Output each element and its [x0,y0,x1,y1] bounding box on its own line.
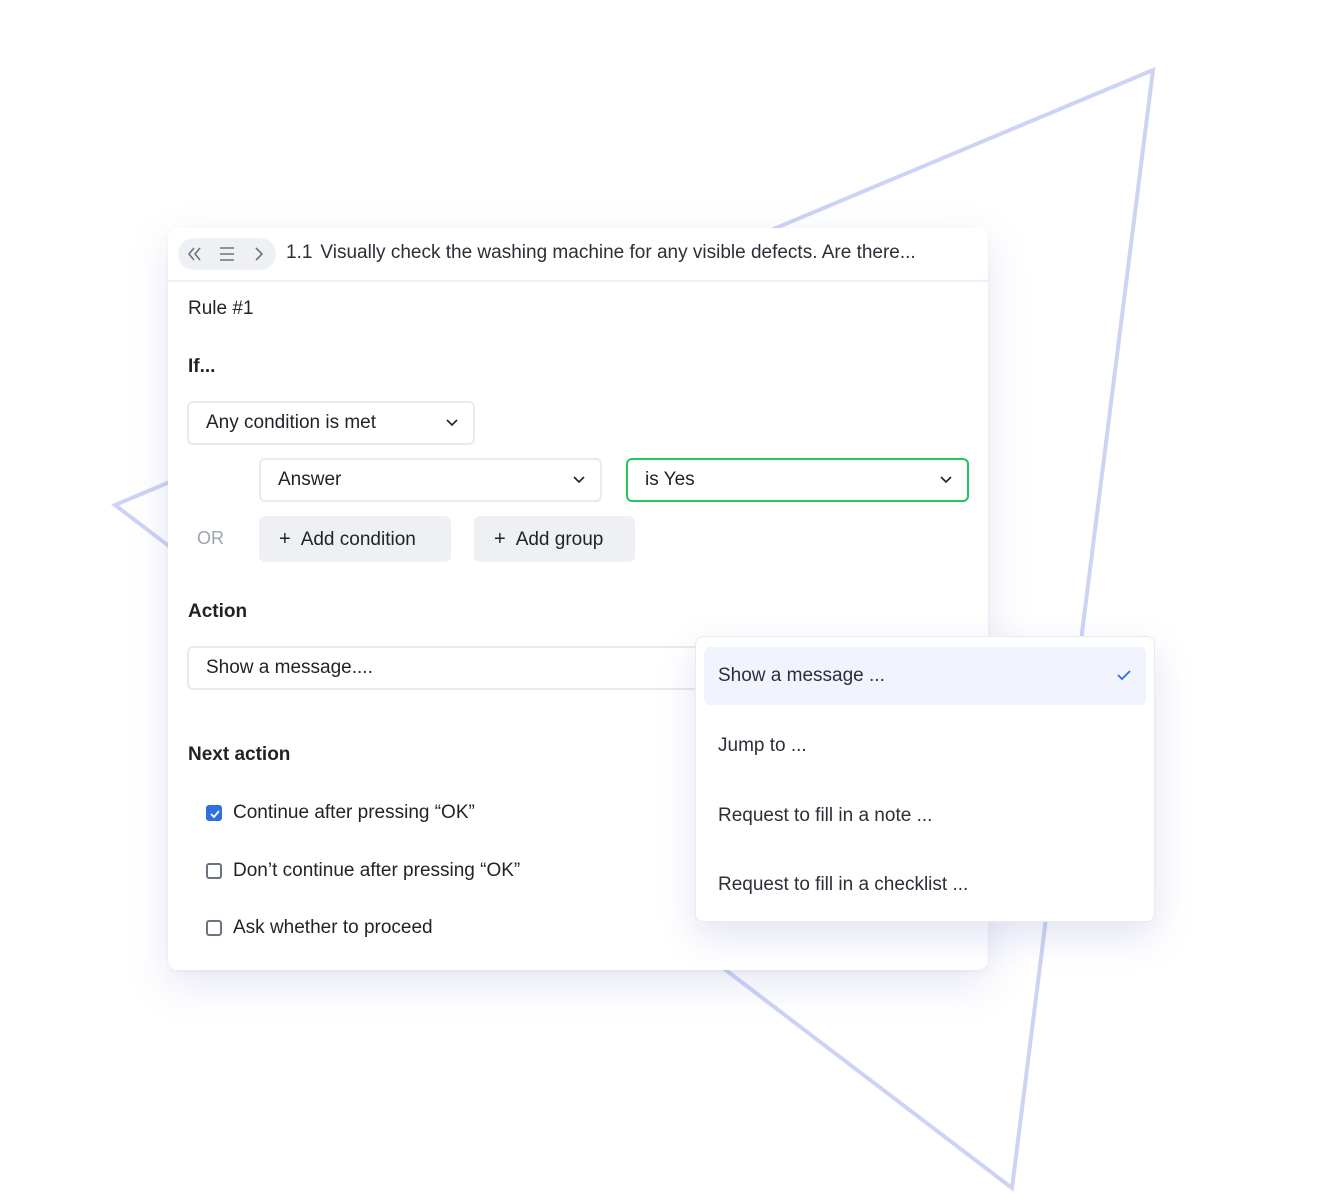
check-icon [210,810,220,819]
dropdown-item-show-message[interactable]: Show a message ... [704,647,1146,705]
dropdown-item-request-note[interactable]: Request to fill in a note ... [704,787,1146,845]
menu-icon[interactable] [214,238,240,270]
dropdown-item-label: Show a message ... [718,665,885,686]
question-number: 1.1 [286,242,313,263]
add-condition-button[interactable]: + Add condition [259,516,451,562]
dropdown-item-label: Request to fill in a checklist ... [718,874,969,895]
dropdown-item-jump-to[interactable]: Jump to ... [704,717,1146,775]
chevron-right-icon[interactable] [246,238,272,270]
plus-icon: + [279,528,291,550]
checkbox-checked[interactable] [206,805,222,821]
double-chevron-left-icon[interactable] [182,238,208,270]
navigation-controls [178,238,276,270]
chevron-down-icon [573,476,585,484]
condition-field-value: Answer [278,469,342,490]
if-heading: If... [188,356,216,377]
rule-title: Rule #1 [188,298,254,319]
add-group-button[interactable]: + Add group [474,516,635,562]
add-condition-label: Add condition [300,529,416,550]
next-action-option-dont-continue[interactable]: Don’t continue after pressing “OK” [206,860,520,884]
option-label: Continue after pressing “OK” [233,802,475,823]
plus-icon: + [494,528,506,550]
question-header: 1.1 Visually check the washing machine fo… [168,228,988,282]
action-dropdown-menu: Show a message ... Jump to ... Request t… [695,636,1155,922]
dropdown-item-label: Jump to ... [718,735,807,756]
next-action-heading: Next action [188,744,291,765]
checkbox-unchecked[interactable] [206,863,222,879]
match-mode-select[interactable]: Any condition is met [187,401,475,445]
add-group-label: Add group [515,529,604,550]
action-select-value: Show a message.... [206,657,373,678]
condition-operator-value: is Yes [645,469,695,490]
checkmark-icon [1117,670,1131,681]
checkbox-unchecked[interactable] [206,920,222,936]
or-connector-label: OR [197,528,224,548]
chevron-down-icon [446,419,458,427]
question-title: 1.1 Visually check the washing machine fo… [286,242,916,264]
match-mode-value: Any condition is met [206,412,377,433]
condition-operator-select[interactable]: is Yes [626,458,969,502]
dropdown-item-request-checklist[interactable]: Request to fill in a checklist ... [704,856,1146,914]
next-action-option-continue[interactable]: Continue after pressing “OK” [206,802,475,826]
condition-field-select[interactable]: Answer [259,458,602,502]
option-label: Ask whether to proceed [233,917,433,938]
dropdown-item-label: Request to fill in a note ... [718,805,933,826]
next-action-option-ask[interactable]: Ask whether to proceed [206,917,433,941]
action-heading: Action [188,601,248,622]
question-text: Visually check the washing machine for a… [320,242,916,263]
option-label: Don’t continue after pressing “OK” [233,860,521,881]
chevron-down-icon [940,476,952,484]
